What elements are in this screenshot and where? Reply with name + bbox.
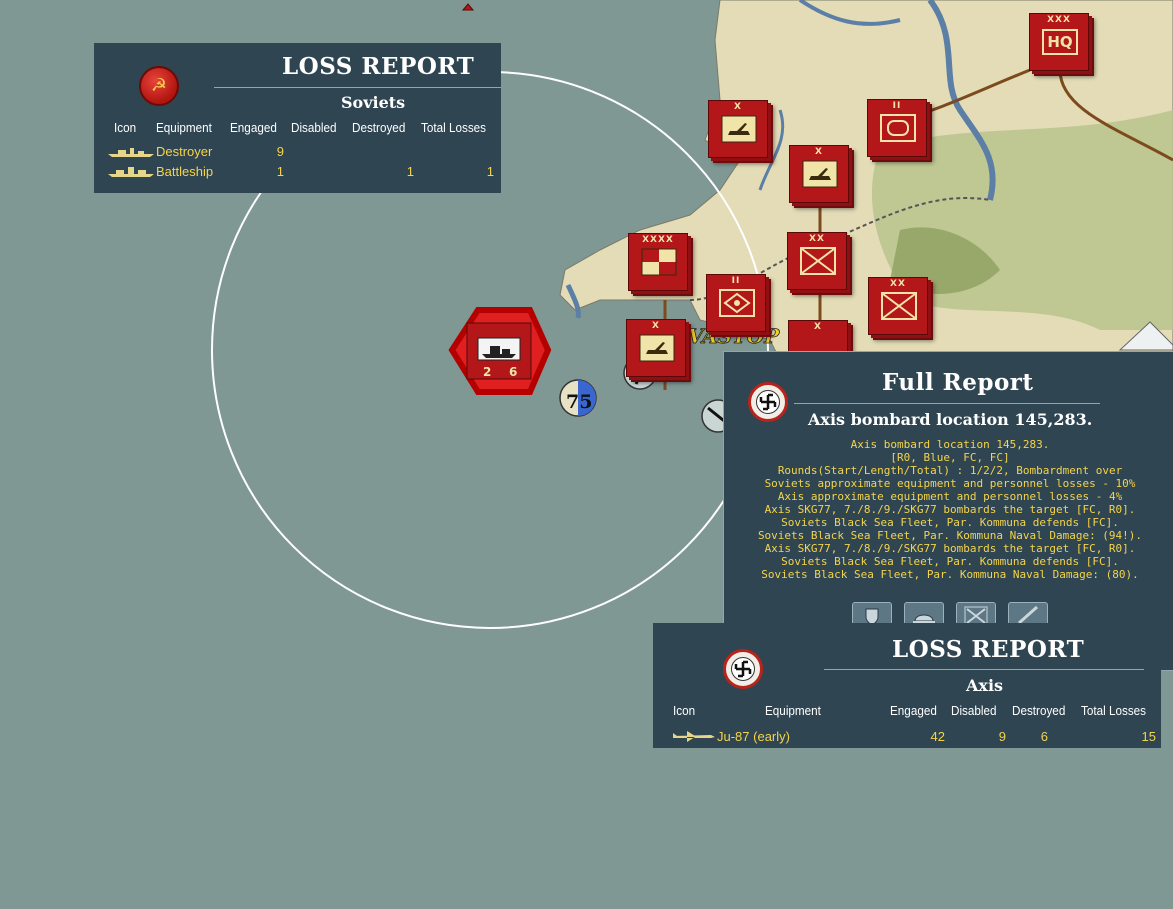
artillery-icon xyxy=(721,115,757,143)
report-line: Soviets Black Sea Fleet, Par. Kommuna Na… xyxy=(757,529,1143,542)
report-line: Rounds(Start/Length/Total) : 1/2/2, Bomb… xyxy=(777,464,1123,477)
counter-artillery-3[interactable]: X xyxy=(626,319,686,377)
col-header-icon: Icon xyxy=(673,703,696,718)
unit-size-label: X xyxy=(652,321,660,331)
destroyed-count: 1 xyxy=(406,164,414,179)
col-header-destroyed: Destroyed xyxy=(352,120,406,135)
naval-unit-attack: 2 xyxy=(483,365,491,379)
col-header-destroyed: Destroyed xyxy=(1012,703,1066,718)
report-line: Soviets Black Sea Fleet, Par. Kommuna de… xyxy=(781,555,1119,568)
hammer-sickle-icon: ☭ xyxy=(139,66,179,106)
axis-loss-report-panel: LOSS REPORT Axis Icon Equipment Engaged … xyxy=(653,623,1161,748)
unit-strength-badge[interactable]: 75 xyxy=(559,379,597,417)
col-header-engaged: Engaged xyxy=(230,120,277,135)
destroyer-icon xyxy=(108,148,154,157)
soviet-loss-report-panel: ☭ LOSS REPORT Soviets Icon Equipment Eng… xyxy=(94,43,501,193)
report-line: Axis SKG77, 7./8./9./SKG77 bombards the … xyxy=(764,542,1136,555)
total-losses-count: 15 xyxy=(1141,729,1156,744)
unit-size-label: XXXX xyxy=(642,235,674,245)
col-header-engaged: Engaged xyxy=(890,703,937,718)
col-header-icon: Icon xyxy=(114,120,137,135)
col-header-disabled: Disabled xyxy=(951,703,997,718)
report-line: Axis bombard location 145,283. xyxy=(850,438,1050,451)
report-line: [R0, Blue, FC, FC] xyxy=(890,451,1010,464)
unit-size-label: X xyxy=(815,147,823,157)
title-divider xyxy=(824,669,1144,670)
col-header-equipment: Equipment xyxy=(765,703,821,718)
svg-text:75: 75 xyxy=(566,391,592,413)
engaged-count: 1 xyxy=(276,164,284,179)
unit-size-label: XX xyxy=(809,234,825,244)
report-log: Axis bombard location 145,283. [R0, Blue… xyxy=(724,438,1173,581)
counter-armor[interactable]: II xyxy=(867,99,927,157)
equipment-name: Destroyer xyxy=(156,144,213,159)
loss-report-title: LOSS REPORT xyxy=(282,53,475,80)
report-line: Axis approximate equipment and personnel… xyxy=(777,490,1123,503)
unit-size-label: II xyxy=(892,101,902,111)
counter-artillery-2[interactable]: X xyxy=(789,145,849,203)
battleship-icon xyxy=(108,167,154,177)
counter-artillery-1[interactable]: X xyxy=(708,100,768,158)
col-header-total-losses: Total Losses xyxy=(1081,703,1147,718)
report-line: Soviets Black Sea Fleet, Par. Kommuna de… xyxy=(781,516,1119,529)
report-line: Axis SKG77, 7./8./9./SKG77 bombards the … xyxy=(764,503,1136,516)
engaged-count: 42 xyxy=(930,729,945,744)
artillery-icon xyxy=(639,334,675,362)
report-line: Soviets Black Sea Fleet, Par. Kommuna Na… xyxy=(761,568,1139,581)
destroyed-count: 6 xyxy=(1040,729,1048,744)
infantry-icon xyxy=(800,247,836,275)
unit-size-label: XX xyxy=(890,279,906,289)
army-hq-icon xyxy=(641,248,677,276)
map-marker-icon[interactable] xyxy=(461,3,475,11)
counter-infantry-1[interactable]: XX xyxy=(787,232,847,290)
col-header-equipment: Equipment xyxy=(156,120,212,135)
equipment-name: Ju-87 (early) xyxy=(717,729,790,744)
col-header-total-losses: Total Losses xyxy=(421,120,487,135)
loss-report-side: Axis xyxy=(966,676,1004,695)
title-divider xyxy=(794,403,1100,404)
artillery-icon xyxy=(802,160,838,188)
equipment-name: Battleship xyxy=(156,164,214,179)
total-losses-count: 1 xyxy=(486,164,494,179)
counter-army[interactable]: XXXX xyxy=(628,233,688,291)
aircraft-icon xyxy=(673,731,715,742)
unit-size-label: X xyxy=(734,102,742,112)
engaged-count: 9 xyxy=(276,144,284,159)
armor-icon xyxy=(880,114,916,142)
unit-size-label: II xyxy=(731,276,741,286)
unit-size-label: X xyxy=(814,322,822,332)
full-report-subtitle: Axis bombard location 145,283. xyxy=(808,410,1093,429)
disabled-count: 9 xyxy=(998,729,1006,744)
report-line: Soviets approximate equipment and person… xyxy=(764,477,1136,490)
col-header-disabled: Disabled xyxy=(291,120,337,135)
swastika-roundel-icon xyxy=(748,382,788,422)
naval-unit-defense: 6 xyxy=(509,365,517,379)
hq-label: HQ xyxy=(1042,29,1078,55)
unit-size-label: XXX xyxy=(1047,15,1071,25)
loss-report-side: Soviets xyxy=(341,93,406,112)
counter-hq[interactable]: XXX HQ xyxy=(1029,13,1089,71)
swastika-roundel-icon xyxy=(723,649,763,689)
recon-icon xyxy=(719,289,755,317)
counter-recon[interactable]: II xyxy=(706,274,766,332)
counter-infantry-2[interactable]: XX xyxy=(868,277,928,335)
title-divider xyxy=(214,87,501,88)
full-report-title: Full Report xyxy=(882,369,1034,396)
infantry-icon xyxy=(881,292,917,320)
loss-report-title: LOSS REPORT xyxy=(892,636,1085,663)
